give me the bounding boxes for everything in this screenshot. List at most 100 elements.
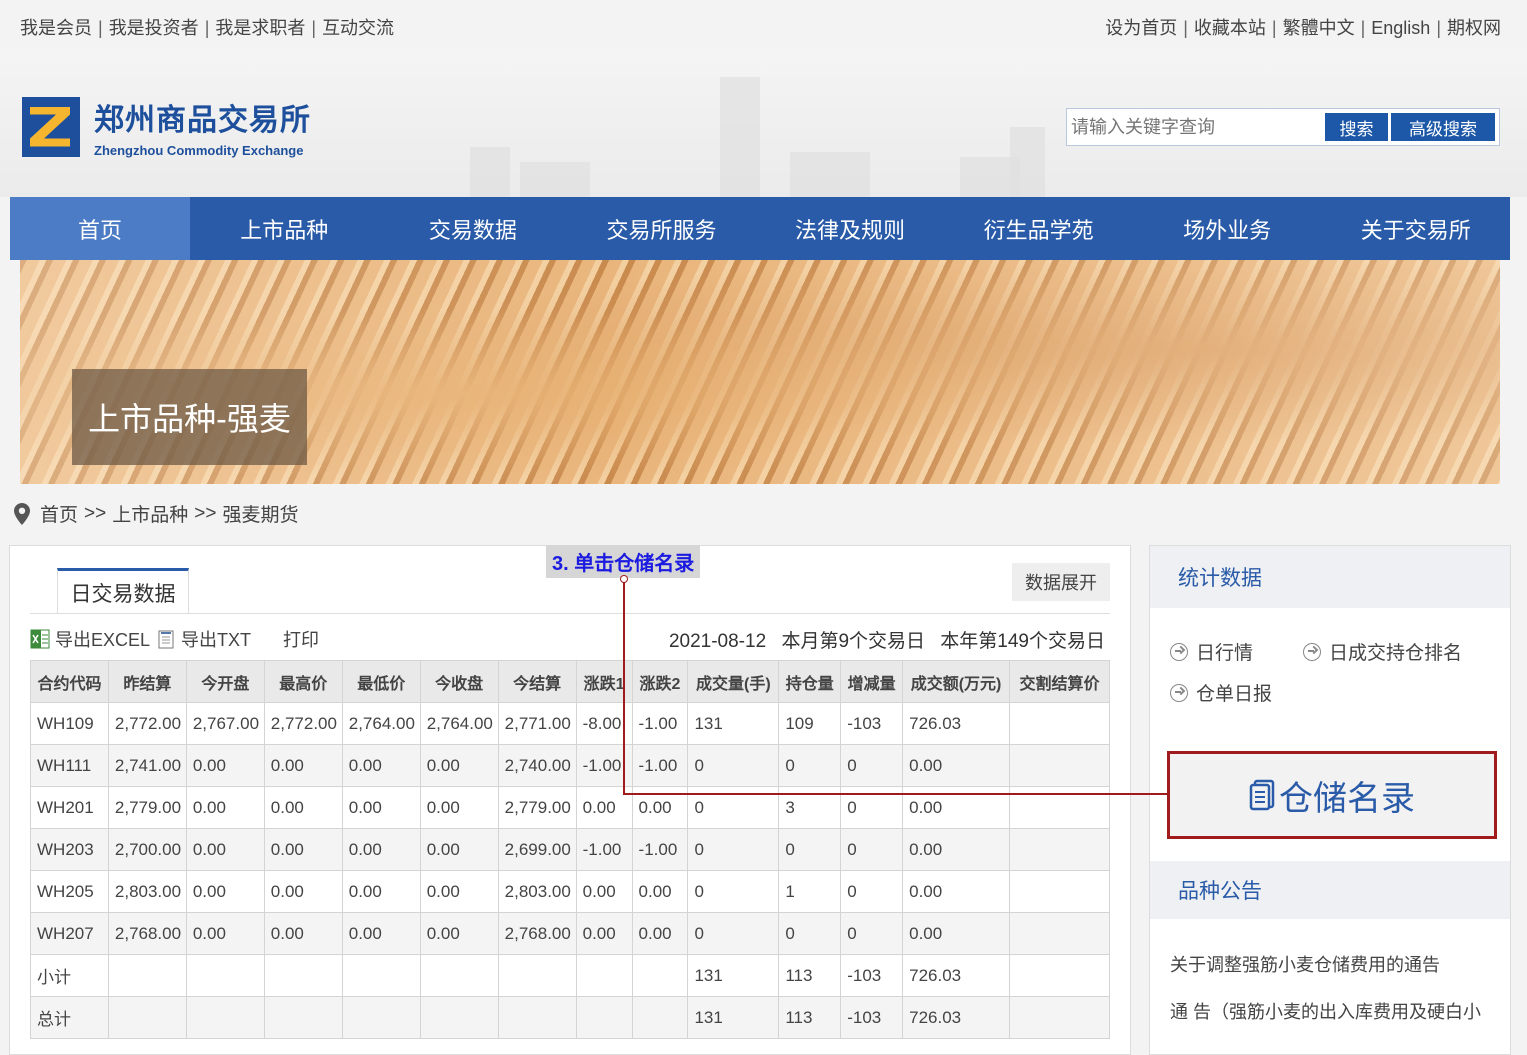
month-trading-day: 本月第9个交易日 <box>781 631 926 652</box>
table-cell: 0.00 <box>263 786 343 829</box>
daily-trading-table: 合约代码 昨结算 今开盘 最高价 最低价 今收盘 今结算 涨跌1 涨跌2 成交量… <box>30 660 1111 1039</box>
table-cell: 2,779.00 <box>497 786 577 829</box>
column-header: 昨结算 <box>107 660 187 703</box>
export-excel-label: 导出EXCEL <box>55 630 151 650</box>
table-cell: 0 <box>840 828 904 871</box>
tab-daily-trading-data[interactable]: 日交易数据 <box>57 568 189 614</box>
notice-item[interactable]: 关于调整强筋小麦仓储费用的通告 <box>1170 951 1500 977</box>
column-header: 持仓量 <box>778 660 842 703</box>
table-cell: 0.00 <box>902 870 1010 913</box>
top-right-links: 设为首页 | 收藏本站 | 繁體中文 | English | 期权网 <box>1105 18 1501 38</box>
annotation-anchor <box>620 575 628 583</box>
table-cell: 0 <box>840 870 904 913</box>
notice-item[interactable]: 通 告（强筋小麦的出入库费用及硬白小 <box>1170 998 1500 1024</box>
link-bookmark[interactable]: 收藏本站 <box>1194 18 1266 38</box>
nav-exchange-services[interactable]: 交易所服务 <box>567 197 756 260</box>
link-interact[interactable]: 互动交流 <box>322 18 394 38</box>
table-cell <box>1008 996 1111 1039</box>
advanced-search-button[interactable]: 高级搜索 <box>1391 113 1495 141</box>
link-volume-ranking[interactable]: 日成交持仓排名 <box>1303 638 1462 665</box>
column-header: 成交额(万元) <box>902 660 1010 703</box>
table-cell <box>575 996 633 1039</box>
nav-otc[interactable]: 场外业务 <box>1133 197 1322 260</box>
table-cell: 0.00 <box>902 912 1010 955</box>
main-nav: 首页 上市品种 交易数据 交易所服务 法律及规则 衍生品学苑 场外业务 关于交易… <box>10 197 1510 260</box>
table-cell: -1.00 <box>631 744 689 787</box>
table-cell: 总计 <box>30 996 109 1039</box>
table-cell: 0 <box>687 870 780 913</box>
trading-date: 2021-08-12 <box>668 631 767 652</box>
link-english[interactable]: English <box>1371 18 1430 38</box>
export-excel-button[interactable]: 导出EXCEL <box>30 626 150 652</box>
logo-title-en: Zhengzhou Commodity Exchange <box>94 143 304 158</box>
excel-icon <box>30 629 50 649</box>
exchange-logo[interactable]: 郑州商品交易所 Zhengzhou Commodity Exchange <box>22 95 311 158</box>
table-cell: 2,772.00 <box>263 702 343 745</box>
wheat-banner: 上市品种-强麦 <box>20 260 1500 484</box>
nav-rules[interactable]: 法律及规则 <box>756 197 945 260</box>
link-traditional[interactable]: 繁體中文 <box>1283 18 1355 38</box>
table-cell: 0 <box>840 912 904 955</box>
search-button[interactable]: 搜索 <box>1325 113 1388 141</box>
table-cell <box>419 996 499 1039</box>
table-cell: WH201 <box>30 786 109 829</box>
breadcrumb-home[interactable]: 首页 <box>40 500 78 527</box>
location-pin-icon <box>14 502 30 525</box>
table-header-row: 合约代码 昨结算 今开盘 最高价 最低价 今收盘 今结算 涨跌1 涨跌2 成交量… <box>30 660 1111 703</box>
table-cell: 2,764.00 <box>419 702 499 745</box>
column-header: 今结算 <box>497 660 577 703</box>
annotation-line-vertical <box>623 579 625 795</box>
table-cell: 2,772.00 <box>107 702 187 745</box>
table-cell: 0.00 <box>185 744 265 787</box>
column-header: 合约代码 <box>30 660 109 703</box>
link-jobseeker[interactable]: 我是求职者 <box>215 18 305 38</box>
table-row: 小计 131 113 -103 726.03 <box>30 954 1111 997</box>
table-cell <box>631 996 689 1039</box>
warehouse-directory-button[interactable]: 仓储名录 <box>1167 751 1497 839</box>
table-cell: 0.00 <box>631 912 689 955</box>
breadcrumb-listed-products[interactable]: 上市品种 <box>112 500 188 527</box>
export-toolbar: 导出EXCEL 导出TXT 打印 <box>30 626 325 652</box>
link-investor[interactable]: 我是投资者 <box>109 18 199 38</box>
column-header: 最高价 <box>263 660 343 703</box>
logo-title-cn: 郑州商品交易所 <box>94 104 311 137</box>
table-row: WH205 2,803.00 0.00 0.00 0.00 0.00 2,803.00 0.0… <box>30 870 1111 913</box>
nav-about[interactable]: 关于交易所 <box>1321 197 1510 260</box>
link-options[interactable]: 期权网 <box>1447 18 1501 38</box>
nav-home[interactable]: 首页 <box>10 197 190 260</box>
table-cell: WH203 <box>30 828 109 871</box>
top-left-links: 我是会员 | 我是投资者 | 我是求职者 | 互动交流 <box>20 18 395 38</box>
table-cell: 0.00 <box>341 828 421 871</box>
table-cell <box>107 954 187 997</box>
expand-data-button[interactable]: 数据展开 <box>1012 563 1110 601</box>
table-cell: 0.00 <box>341 912 421 955</box>
nav-listed-products[interactable]: 上市品种 <box>190 197 379 260</box>
nav-trading-data[interactable]: 交易数据 <box>379 197 568 260</box>
table-cell: -1.00 <box>631 702 689 745</box>
table-cell: 0.00 <box>185 912 265 955</box>
link-daily-quotes[interactable]: 日行情 <box>1170 638 1253 665</box>
column-header: 增减量 <box>840 660 904 703</box>
table-cell: WH109 <box>30 702 109 745</box>
side-panel: 统计数据 日行情 日成交持仓排名 仓单日报 仓储名录 品种公告 关于调整强筋小麦… <box>1149 545 1511 1055</box>
link-member[interactable]: 我是会员 <box>20 18 92 38</box>
search-input[interactable] <box>1071 112 1322 142</box>
table-cell: WH205 <box>30 870 109 913</box>
link-set-home[interactable]: 设为首页 <box>1105 18 1177 38</box>
table-cell: 0.00 <box>263 744 343 787</box>
table-cell: 2,768.00 <box>107 912 187 955</box>
arrow-circle-icon <box>1170 683 1188 702</box>
print-button[interactable]: 打印 <box>283 626 319 652</box>
column-header: 涨跌2 <box>631 660 689 703</box>
link-warehouse-receipts[interactable]: 仓单日报 <box>1170 679 1272 706</box>
table-cell <box>1008 954 1111 997</box>
export-txt-button[interactable]: 导出TXT <box>156 626 251 652</box>
table-cell <box>341 954 421 997</box>
nav-academy[interactable]: 衍生品学苑 <box>944 197 1133 260</box>
table-cell: 726.03 <box>902 702 1010 745</box>
column-header: 今收盘 <box>419 660 499 703</box>
table-cell: 2,803.00 <box>107 870 187 913</box>
table-cell <box>575 954 633 997</box>
table-cell: 131 <box>687 954 780 997</box>
table-cell: 0.00 <box>185 828 265 871</box>
